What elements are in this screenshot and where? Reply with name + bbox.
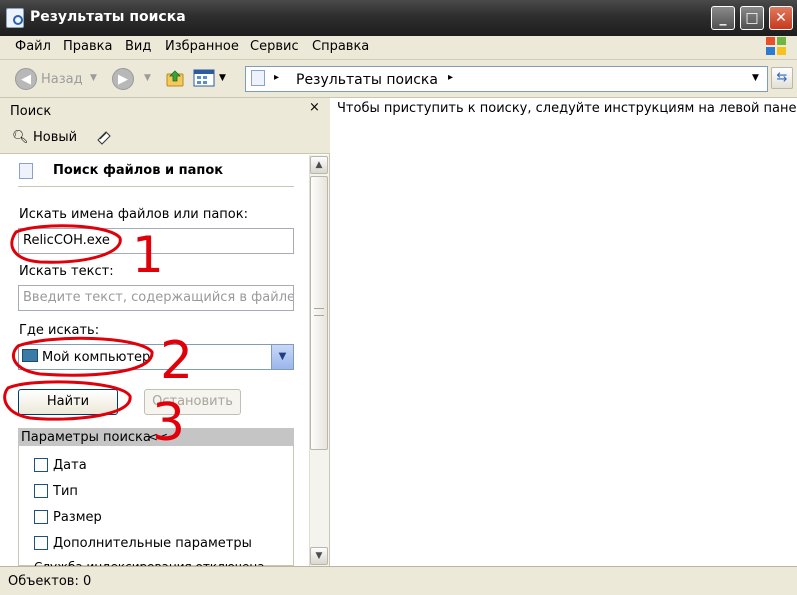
annotation-number-2: 2 [160,331,193,391]
annotation-number-1: 1 [132,226,164,284]
annotation-circle-3 [3,380,132,421]
annotation-circle-2 [12,336,154,377]
annotation-number-3: 3 [152,393,185,453]
annotation-circle-1 [10,224,122,264]
annotation-layer: 1 2 3 [3,224,193,453]
